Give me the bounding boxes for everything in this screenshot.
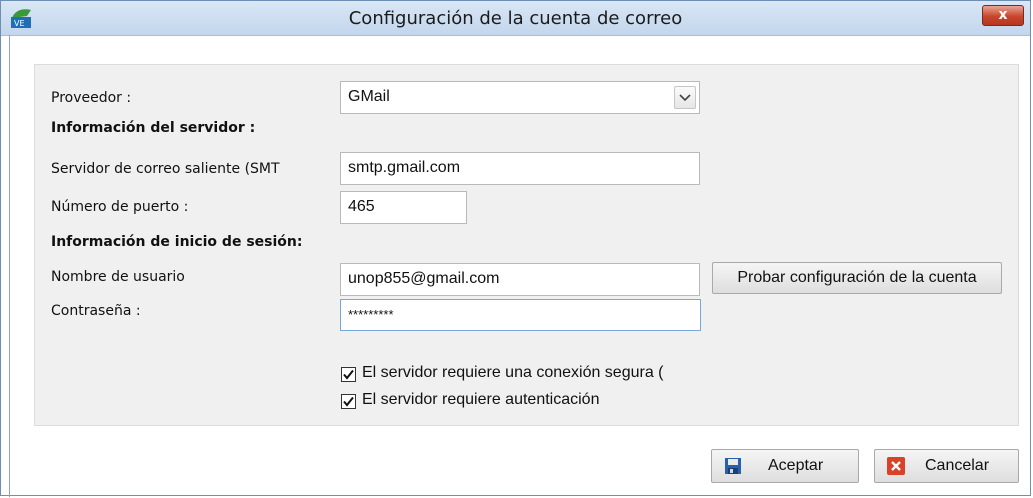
- accept-label: Aceptar: [768, 457, 824, 474]
- test-account-button[interactable]: Probar configuración de la cuenta: [712, 262, 1002, 294]
- server-info-heading: Información del servidor :: [51, 120, 256, 136]
- title-bar: VE Configuración de la cuenta de correo …: [1, 1, 1030, 36]
- require-auth-label: El servidor requiere autenticación: [362, 391, 600, 408]
- username-input[interactable]: unop855@gmail.com: [340, 263, 700, 296]
- save-icon: [725, 458, 741, 474]
- password-input[interactable]: *********: [340, 299, 701, 331]
- provider-value: GMail: [348, 88, 390, 105]
- close-button[interactable]: x: [982, 5, 1024, 26]
- port-label: Número de puerto :: [51, 199, 189, 215]
- window-edge: [9, 35, 10, 497]
- checkmark-icon: [343, 396, 354, 407]
- smtp-label: Servidor de correo saliente (SMT: [51, 161, 280, 177]
- chevron-down-icon[interactable]: [674, 86, 696, 109]
- username-label: Nombre de usuario: [51, 269, 185, 285]
- dialog-window: VE Configuración de la cuenta de correo …: [0, 0, 1031, 497]
- port-input[interactable]: 465: [340, 191, 467, 224]
- password-label: Contraseña :: [51, 303, 141, 319]
- provider-select[interactable]: GMail: [340, 81, 700, 114]
- require-auth-checkbox[interactable]: [341, 394, 356, 409]
- close-icon: x: [998, 7, 1008, 23]
- secure-connection-checkbox[interactable]: [341, 367, 356, 382]
- cancel-button[interactable]: Cancelar: [874, 449, 1019, 483]
- secure-connection-label: El servidor requiere una conexión segura…: [362, 364, 664, 381]
- accept-button[interactable]: Aceptar: [711, 449, 859, 483]
- smtp-server-input[interactable]: smtp.gmail.com: [340, 152, 700, 185]
- window-title: Configuración de la cuenta de correo: [348, 8, 683, 29]
- cancel-label: Cancelar: [925, 457, 990, 474]
- login-info-heading: Información de inicio de sesión:: [51, 234, 303, 250]
- checkmark-icon: [343, 369, 354, 380]
- close-icon: [887, 457, 905, 475]
- provider-label: Proveedor :: [51, 90, 132, 106]
